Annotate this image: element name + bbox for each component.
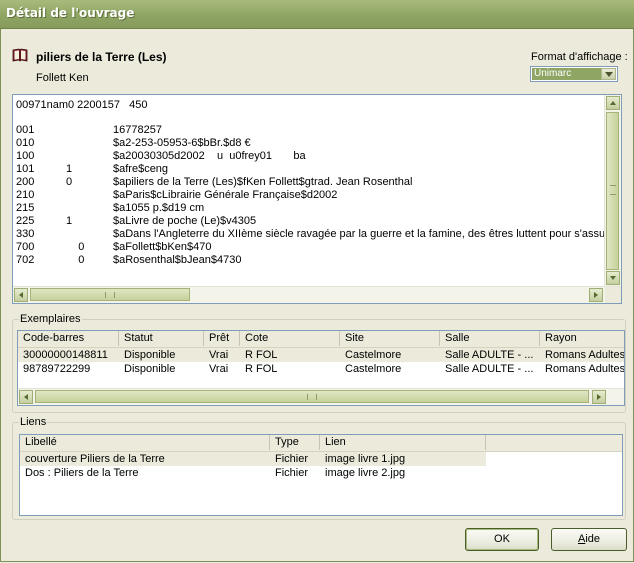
window-title: Détail de l'ouvrage: [6, 6, 135, 20]
help-button[interactable]: Aide: [551, 528, 627, 551]
help-button-label: ide: [585, 533, 601, 545]
scroll-left-icon[interactable]: [14, 288, 28, 302]
column-header[interactable]: Rayon: [540, 331, 624, 346]
table-row[interactable]: Dos : Piliers de la Terre Fichier image li…: [20, 466, 486, 480]
column-header[interactable]: Salle: [440, 331, 540, 346]
table-cell: Salle ADULTE - ...: [445, 349, 534, 361]
marc-content: $aParis$cLibrairie Générale Française$d2…: [113, 189, 338, 201]
marc-content: $afre$ceng: [113, 163, 169, 175]
table-cell: Fichier: [275, 467, 309, 479]
table-cell: 98789722299: [23, 363, 91, 375]
table-cell: Castelmore: [345, 349, 402, 361]
scroll-up-icon[interactable]: [606, 96, 620, 110]
table-row[interactable]: couverture Piliers de la Terre Fichier ima…: [20, 452, 486, 466]
column-header[interactable]: Prêt: [204, 331, 240, 346]
column-header[interactable]: Lien: [320, 435, 486, 450]
table-cell: Disponible: [124, 349, 176, 361]
exemplaires-header: Code-barres Statut Prêt Cote Site Salle Rayon: [18, 331, 624, 348]
marc-tag: 215: [16, 202, 35, 214]
marc-indicator: 1: [66, 215, 73, 227]
marc-record-view[interactable]: 00971nam0 2200157 450 001 16778257 010 $a2-…: [12, 94, 622, 304]
table-cell: Salle ADULTE - ...: [445, 363, 534, 375]
table-cell: Fichier: [275, 453, 309, 465]
scroll-right-icon[interactable]: [592, 390, 606, 404]
column-header[interactable]: Libellé: [20, 435, 270, 450]
scroll-left-icon[interactable]: [19, 390, 33, 404]
marc-content: $aDans l'Angleterre du XIIème siècle rav…: [113, 228, 622, 240]
table-cell: Dos : Piliers de la Terre: [25, 467, 139, 479]
marc-content: $aFollett$bKen$470: [113, 241, 212, 253]
liens-header: Libellé Type Lien: [20, 435, 622, 452]
marc-indicator: 1: [66, 163, 73, 175]
exemplaires-label: Exemplaires: [20, 313, 81, 325]
scroll-down-icon[interactable]: [606, 271, 620, 285]
column-header[interactable]: Cote: [240, 331, 340, 346]
column-header[interactable]: Site: [340, 331, 440, 346]
marc-indicator: 0: [66, 254, 85, 266]
table-cell: Vrai: [209, 349, 229, 361]
table-cell: image livre 2.jpg: [325, 467, 406, 479]
table-row[interactable]: 98789722299 Disponible Vrai R FOL Castelmore…: [18, 362, 624, 376]
marc-indicator: 0: [66, 241, 85, 253]
liens-list[interactable]: Libellé Type Lien couverture Piliers de la…: [19, 434, 623, 516]
table-cell: couverture Piliers de la Terre: [25, 453, 165, 465]
marc-tag: 001: [16, 124, 35, 136]
marc-content: 16778257: [113, 124, 162, 136]
marc-horizontal-scrollbar[interactable]: [13, 286, 621, 303]
table-cell: Romans Adultes: [545, 363, 625, 375]
scroll-thumb[interactable]: [606, 112, 619, 270]
table-cell: Castelmore: [345, 363, 402, 375]
work-title: piliers de la Terre (Les): [36, 50, 167, 64]
marc-tag: 101: [16, 163, 35, 175]
marc-vertical-scrollbar[interactable]: [604, 95, 621, 287]
marc-tag: 702: [16, 254, 35, 266]
table-cell: 30000000148811: [23, 349, 108, 361]
marc-content: $a2-253-05953-6$bBr.$d8 €: [113, 137, 251, 149]
marc-tag: 100: [16, 150, 35, 162]
work-author: Follett Ken: [36, 72, 89, 84]
table-cell: R FOL: [245, 363, 278, 375]
column-header[interactable]: Type: [270, 435, 320, 450]
marc-content: $aRosenthal$bJean$4730: [113, 254, 242, 266]
chevron-down-icon[interactable]: [601, 68, 616, 80]
marc-tag: 330: [16, 228, 35, 240]
marc-tag: 200: [16, 176, 35, 188]
table-cell: Vrai: [209, 363, 229, 375]
table-cell: Romans Adultes: [545, 349, 625, 361]
marc-tag: 225: [16, 215, 35, 227]
scroll-corner: [605, 287, 621, 303]
format-label: Format d'affichage :: [531, 51, 628, 63]
scroll-thumb[interactable]: [35, 390, 589, 403]
scroll-right-icon[interactable]: [589, 288, 603, 302]
marc-tag: 210: [16, 189, 35, 201]
marc-indicator: 0: [66, 176, 73, 188]
exemplaires-list[interactable]: Code-barres Statut Prêt Cote Site Salle Rayon …: [17, 330, 625, 406]
ok-button[interactable]: OK: [465, 528, 539, 551]
marc-tag: 010: [16, 137, 35, 149]
table-cell: R FOL: [245, 349, 278, 361]
marc-content: $apiliers de la Terre (Les)$fKen Follett…: [113, 176, 413, 188]
marc-content: $a20030305d2002 u u0frey01 ba: [113, 150, 306, 162]
exemplaires-horizontal-scrollbar[interactable]: [18, 388, 624, 405]
liens-label: Liens: [20, 416, 47, 428]
marc-leader: 00971nam0 2200157 450: [16, 99, 148, 111]
marc-tag: 700: [16, 241, 35, 253]
marc-content: $a1055 p.$d19 cm: [113, 202, 205, 214]
table-cell: Disponible: [124, 363, 176, 375]
scroll-thumb[interactable]: [30, 288, 190, 301]
title-bar[interactable]: Détail de l'ouvrage: [0, 0, 634, 29]
book-icon: [12, 48, 28, 62]
table-row[interactable]: 30000000148811 Disponible Vrai R FOL Castelm…: [18, 348, 624, 362]
column-header[interactable]: Code-barres: [18, 331, 119, 346]
column-header[interactable]: Statut: [119, 331, 204, 346]
format-select-value: Unimarc: [532, 68, 602, 80]
marc-content: $aLivre de poche (Le)$v4305: [113, 215, 257, 227]
table-cell: image livre 1.jpg: [325, 453, 406, 465]
format-select[interactable]: Unimarc: [530, 66, 618, 82]
